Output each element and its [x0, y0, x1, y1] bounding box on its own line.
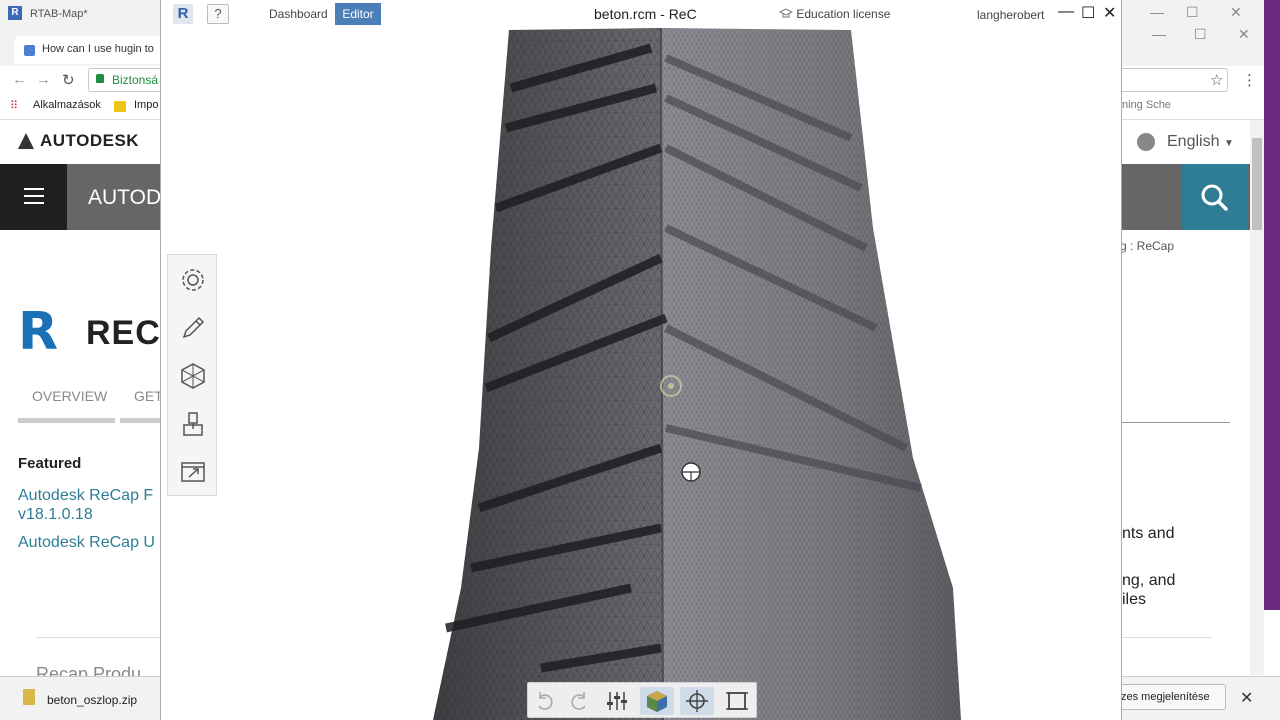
language-selector[interactable]: English ▼ [1167, 133, 1234, 151]
bookmark-apps[interactable]: Alkalmazások [33, 99, 101, 111]
browser-close-icon[interactable]: ✕ [1230, 4, 1242, 21]
recap-window: R ? Dashboard Editor beton.rcm - ReC Edu… [160, 0, 1122, 720]
browser-maximize-icon[interactable]: ☐ [1186, 4, 1199, 21]
browser2-maximize-icon[interactable]: ☐ [1194, 26, 1207, 43]
site-nav-title: AUTOD [88, 186, 162, 209]
cube-view-icon[interactable] [640, 687, 674, 715]
target-icon[interactable] [680, 687, 714, 715]
browser2-close-icon[interactable]: ✕ [1238, 26, 1250, 43]
tab-title: How can I use hugin to [42, 43, 154, 55]
chevron-down-icon: ▼ [1223, 138, 1234, 149]
tab-editor[interactable]: Editor [335, 3, 381, 25]
secure-label: Biztonsá [112, 73, 159, 87]
download-item[interactable]: beton_oszlop.zip [47, 693, 137, 707]
bottom-toolbar [527, 682, 757, 718]
3d-viewport[interactable] [161, 27, 1122, 720]
browser-window-title: RTAB-Map* [30, 8, 88, 20]
user-name[interactable]: langherobert [977, 8, 1044, 22]
right-text-3: iles [1122, 591, 1147, 608]
tab-favicon-icon [24, 45, 35, 56]
subnav-get[interactable]: GET [134, 388, 163, 404]
folder-icon [114, 101, 126, 112]
license-indicator[interactable]: Education license [778, 7, 891, 21]
rtab-app-icon: R [8, 6, 22, 20]
license-label: Education license [796, 7, 891, 21]
forward-icon[interactable]: → [36, 71, 51, 88]
browser-menu-icon[interactable]: ⋮ [1242, 71, 1257, 89]
project-title: beton.rcm - ReC [594, 6, 697, 22]
settings-icon[interactable] [178, 265, 208, 295]
recap-close-icon[interactable]: ✕ [1103, 3, 1116, 23]
subnav-underline [18, 418, 115, 423]
recap-maximize-icon[interactable]: ☐ [1081, 3, 1095, 23]
back-icon[interactable]: ← [12, 71, 27, 88]
featured-heading: Featured [18, 455, 82, 472]
subnav-overview[interactable]: OVERVIEW [32, 388, 107, 404]
recap-logo-icon: R [18, 302, 59, 362]
autodesk-logo[interactable]: AUTODESK [40, 131, 139, 151]
right-text-1: nts and [1122, 525, 1175, 542]
pencil-icon[interactable] [178, 313, 208, 343]
site-search-button[interactable] [1182, 164, 1248, 230]
help-button[interactable]: ? [207, 4, 229, 24]
bookmark-star-icon[interactable]: ☆ [1210, 71, 1223, 89]
browser2-minimize-icon[interactable]: — [1152, 26, 1166, 42]
mesh-model[interactable] [161, 27, 1122, 720]
right-text-2: ng, and [1122, 572, 1176, 589]
download-bar-close-icon[interactable]: ✕ [1240, 688, 1253, 708]
featured-link-1-version[interactable]: v18.1.0.18 [18, 506, 93, 524]
redo-icon[interactable] [562, 687, 596, 715]
globe-icon[interactable] [1137, 133, 1155, 151]
show-all-downloads-button[interactable]: zes megjelenítése [1112, 684, 1226, 710]
lock-icon [96, 74, 104, 83]
bookmark-folder[interactable]: Impo [134, 99, 158, 111]
adjust-icon[interactable] [600, 687, 634, 715]
orbit-cursor-icon [681, 462, 701, 482]
bookmark-right[interactable]: ning Sche [1122, 99, 1171, 111]
recap-minimize-icon[interactable]: — [1058, 3, 1074, 21]
search-icon [1201, 184, 1228, 211]
reload-icon[interactable]: ↻ [62, 71, 75, 89]
mortarboard-icon [778, 8, 794, 18]
undo-icon[interactable] [528, 687, 562, 715]
featured-link-2[interactable]: Autodesk ReCap U [18, 534, 155, 552]
breadcrumb[interactable]: g : ReCap [1120, 239, 1174, 253]
hamburger-menu-button[interactable] [0, 164, 67, 230]
browser-minimize-icon[interactable]: — [1150, 4, 1164, 20]
browser-tab[interactable]: How can I use hugin to [14, 36, 164, 64]
right-divider [1122, 422, 1230, 423]
recap-logo-button[interactable]: R [173, 4, 193, 24]
tab-dashboard[interactable]: Dashboard [269, 7, 328, 21]
desktop-background [1264, 0, 1280, 610]
export-icon[interactable] [178, 457, 208, 487]
apps-grid-icon[interactable]: ⠿ [10, 99, 18, 112]
autodesk-logo-icon [18, 133, 34, 149]
subnav-underline-2 [120, 418, 160, 423]
zip-file-icon [23, 689, 35, 705]
language-label: English [1167, 133, 1220, 150]
tool-palette [167, 254, 217, 496]
mesh-icon[interactable] [178, 361, 208, 391]
scrollbar-thumb[interactable] [1252, 138, 1262, 230]
measure-icon[interactable] [178, 409, 208, 439]
frame-icon[interactable] [720, 687, 754, 715]
featured-link-1[interactable]: Autodesk ReCap F [18, 487, 153, 505]
